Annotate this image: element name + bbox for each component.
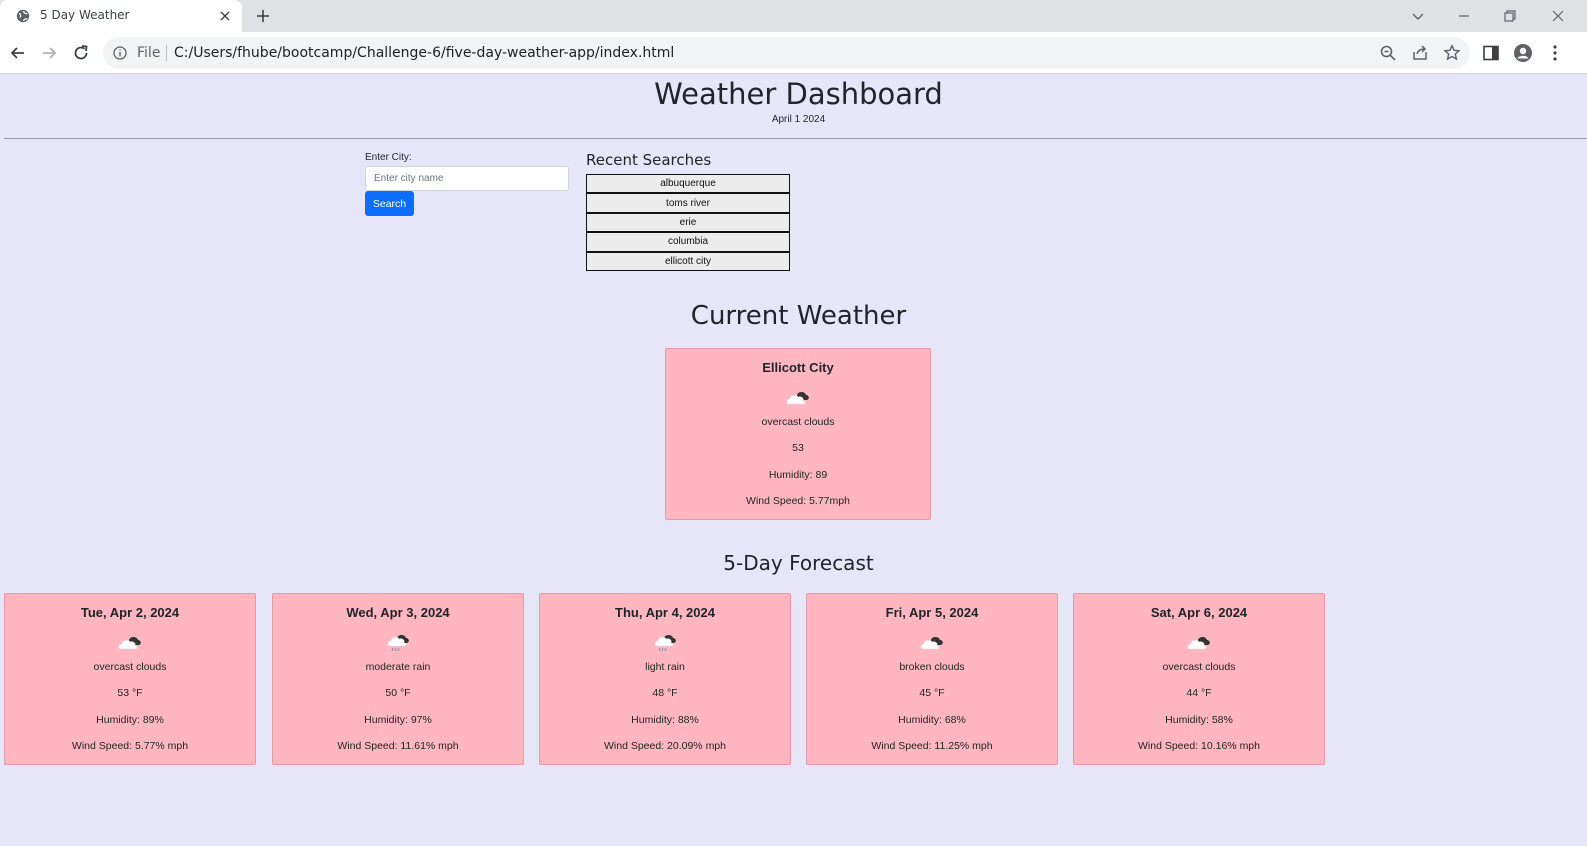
cloud-icon	[920, 637, 943, 650]
cloud-icon	[786, 392, 809, 405]
forecast-temperature: 53 °F	[117, 687, 143, 699]
current-humidity: Humidity: 89	[768, 469, 828, 481]
current-date: April 1 2024	[771, 114, 826, 125]
recent-search-item[interactable]: erie	[586, 212, 790, 233]
bookmark-star-icon[interactable]	[1443, 44, 1461, 62]
globe-icon	[16, 9, 30, 23]
forecast-description: broken clouds	[899, 661, 965, 673]
menu-icon[interactable]	[1545, 43, 1565, 63]
restore-icon[interactable]	[1500, 6, 1520, 26]
current-weather-card: Ellicott City overcast clouds 53 Humidit…	[665, 348, 931, 520]
profile-icon[interactable]	[1513, 43, 1533, 63]
zoom-icon[interactable]	[1379, 44, 1397, 62]
side-panel-icon[interactable]	[1481, 43, 1501, 63]
address-bar[interactable]: File C:/Users/fhube/bootcamp/Challenge-6…	[103, 37, 1470, 69]
address-divider	[166, 45, 167, 61]
cloud-icon	[1187, 637, 1210, 650]
city-input-label: Enter City:	[365, 152, 412, 163]
info-icon[interactable]	[113, 46, 127, 60]
forecast-card: Thu, Apr 4, 2024 light rain 48 °F Humidi…	[539, 593, 791, 765]
city-search-input[interactable]	[365, 166, 569, 191]
rain-cloud-icon	[387, 635, 409, 652]
forecast-temperature: 50 °F	[385, 687, 411, 699]
forecast-temperature: 48 °F	[652, 687, 678, 699]
close-window-icon[interactable]	[1548, 6, 1568, 26]
forecast-wind-speed: Wind Speed: 5.77% mph	[71, 740, 189, 752]
recent-search-item[interactable]: columbia	[586, 232, 790, 252]
forecast-description: overcast clouds	[93, 661, 167, 673]
browser-toolbar: File C:/Users/fhube/bootcamp/Challenge-6…	[0, 32, 1587, 74]
tab-title: 5 Day Weather	[40, 8, 130, 22]
forecast-description: overcast clouds	[1162, 661, 1236, 673]
search-button[interactable]: Search	[365, 191, 414, 216]
forecast-wind-speed: Wind Speed: 20.09% mph	[604, 740, 726, 752]
new-tab-icon[interactable]	[255, 8, 271, 24]
page-content: Weather Dashboard April 1 2024 Enter Cit…	[0, 75, 1587, 846]
current-weather-title: Current Weather	[690, 301, 907, 331]
forecast-card: Tue, Apr 2, 2024 overcast clouds 53 °F H…	[4, 593, 256, 765]
forecast-description: moderate rain	[365, 661, 431, 673]
forecast-humidity: Humidity: 97%	[364, 714, 432, 726]
back-icon[interactable]	[8, 43, 28, 63]
share-icon[interactable]	[1411, 44, 1429, 62]
close-tab-icon[interactable]	[217, 8, 233, 24]
current-city-name: Ellicott City	[762, 360, 834, 375]
header-divider	[4, 138, 1587, 139]
recent-search-item[interactable]: toms river	[586, 193, 790, 213]
forecast-temperature: 44 °F	[1186, 687, 1212, 699]
browser-tab-bar: 5 Day Weather	[0, 0, 1587, 32]
forecast-date: Thu, Apr 4, 2024	[615, 605, 715, 620]
cloud-icon	[118, 637, 141, 650]
reload-icon[interactable]	[71, 43, 91, 63]
forecast-date: Fri, Apr 5, 2024	[885, 605, 979, 620]
forecast-card: Wed, Apr 3, 2024 moderate rain 50 °F Hum…	[272, 593, 524, 765]
forecast-temperature: 45 °F	[919, 687, 945, 699]
current-wind-speed: Wind Speed: 5.77mph	[746, 495, 850, 507]
forecast-title: 5-Day Forecast	[723, 551, 874, 575]
forecast-card: Fri, Apr 5, 2024 broken clouds 45 °F Hum…	[806, 593, 1058, 765]
page-title: Weather Dashboard	[654, 77, 943, 111]
recent-search-item[interactable]: albuquerque	[586, 174, 790, 194]
forecast-wind-speed: Wind Speed: 11.61% mph	[337, 740, 459, 752]
forecast-date: Wed, Apr 3, 2024	[346, 605, 450, 620]
current-temperature: 53	[792, 442, 804, 454]
scheme-label: File	[137, 45, 161, 61]
url-text[interactable]: C:/Users/fhube/bootcamp/Challenge-6/five…	[174, 45, 674, 61]
forecast-humidity: Humidity: 58%	[1165, 714, 1233, 726]
current-description: overcast clouds	[761, 416, 835, 428]
forecast-humidity: Humidity: 68%	[898, 714, 966, 726]
forward-icon[interactable]	[39, 43, 59, 63]
forecast-date: Sat, Apr 6, 2024	[1150, 605, 1248, 620]
forecast-wind-speed: Wind Speed: 11.25% mph	[871, 740, 993, 752]
forecast-card: Sat, Apr 6, 2024 overcast clouds 44 °F H…	[1073, 593, 1325, 765]
forecast-humidity: Humidity: 89%	[96, 714, 164, 726]
rain-cloud-icon	[654, 635, 676, 652]
forecast-wind-speed: Wind Speed: 10.16% mph	[1138, 740, 1260, 752]
browser-tab[interactable]: 5 Day Weather	[0, 0, 242, 32]
forecast-date: Tue, Apr 2, 2024	[80, 605, 180, 620]
minimize-icon[interactable]	[1454, 6, 1474, 26]
tab-search-chevron-icon[interactable]	[1408, 6, 1428, 26]
forecast-description: light rain	[645, 661, 685, 673]
recent-searches-list: albuquerque toms river erie columbia ell…	[586, 174, 790, 271]
forecast-humidity: Humidity: 88%	[631, 714, 699, 726]
recent-searches-title: Recent Searches	[586, 151, 712, 169]
recent-search-item[interactable]: ellicott city	[586, 251, 790, 271]
